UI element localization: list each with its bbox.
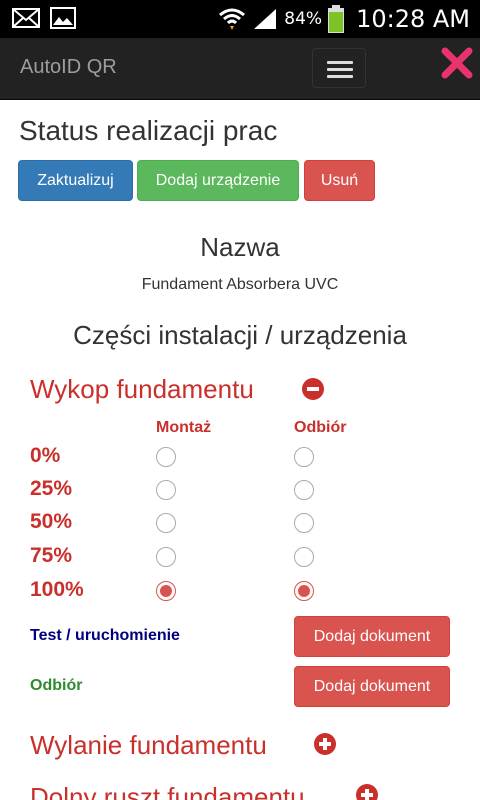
section-title[interactable]: Wylanie fundamentu <box>30 730 267 761</box>
brand[interactable]: AutoID QR <box>20 56 117 79</box>
plus-circle-icon[interactable] <box>356 784 378 800</box>
battery-icon <box>328 5 345 33</box>
montaz-radio-100[interactable] <box>156 581 176 601</box>
name-value: Fundament Absorbera UVC <box>141 276 339 293</box>
close-icon[interactable] <box>440 46 474 80</box>
level-label: 0% <box>30 444 61 467</box>
column-odbior: Odbiór <box>294 419 347 436</box>
level-label: 100% <box>30 578 84 601</box>
clock: 10:28 AM <box>356 5 470 33</box>
hamburger-menu-icon[interactable] <box>312 48 366 88</box>
name-heading: Nazwa <box>200 232 280 262</box>
status-bar: 84% 10:28 AM <box>0 0 480 38</box>
mail-icon <box>12 8 40 28</box>
section-title[interactable]: Dolny ruszt fundamentu <box>30 782 305 800</box>
column-montaz: Montaż <box>156 419 212 436</box>
receipt-label: Odbiór <box>30 677 83 694</box>
add-document-button-receipt[interactable]: Dodaj dokument <box>294 666 450 707</box>
odbior-radio-100[interactable] <box>294 581 314 601</box>
add-device-button[interactable]: Dodaj urządzenie <box>137 160 299 201</box>
montaz-radio-50[interactable] <box>156 513 176 533</box>
odbior-radio-75[interactable] <box>294 547 314 567</box>
parts-heading: Części instalacji / urządzenia <box>73 320 407 350</box>
navbar: AutoID QR <box>0 38 480 100</box>
minus-circle-icon[interactable] <box>302 378 324 400</box>
test-label: Test / uruchomienie <box>30 627 180 644</box>
delete-button[interactable]: Usuń <box>304 160 375 201</box>
image-icon <box>50 7 76 29</box>
level-label: 25% <box>30 477 73 500</box>
montaz-radio-75[interactable] <box>156 547 176 567</box>
section-title[interactable]: Wykop fundamentu <box>30 374 254 405</box>
update-button[interactable]: Zaktualizuj <box>18 160 133 201</box>
add-document-button-test[interactable]: Dodaj dokument <box>294 616 450 657</box>
montaz-radio-25[interactable] <box>156 480 176 500</box>
odbior-radio-25[interactable] <box>294 480 314 500</box>
level-label: 50% <box>30 510 73 533</box>
page-title: Status realizacji prac <box>19 115 278 146</box>
level-label: 75% <box>30 544 73 567</box>
montaz-radio-0[interactable] <box>156 447 176 467</box>
signal-icon <box>254 9 277 29</box>
wifi-icon <box>219 8 246 30</box>
plus-circle-icon[interactable] <box>314 733 336 755</box>
odbior-radio-0[interactable] <box>294 447 314 467</box>
battery-percent: 84% <box>284 9 323 29</box>
odbior-radio-50[interactable] <box>294 513 314 533</box>
